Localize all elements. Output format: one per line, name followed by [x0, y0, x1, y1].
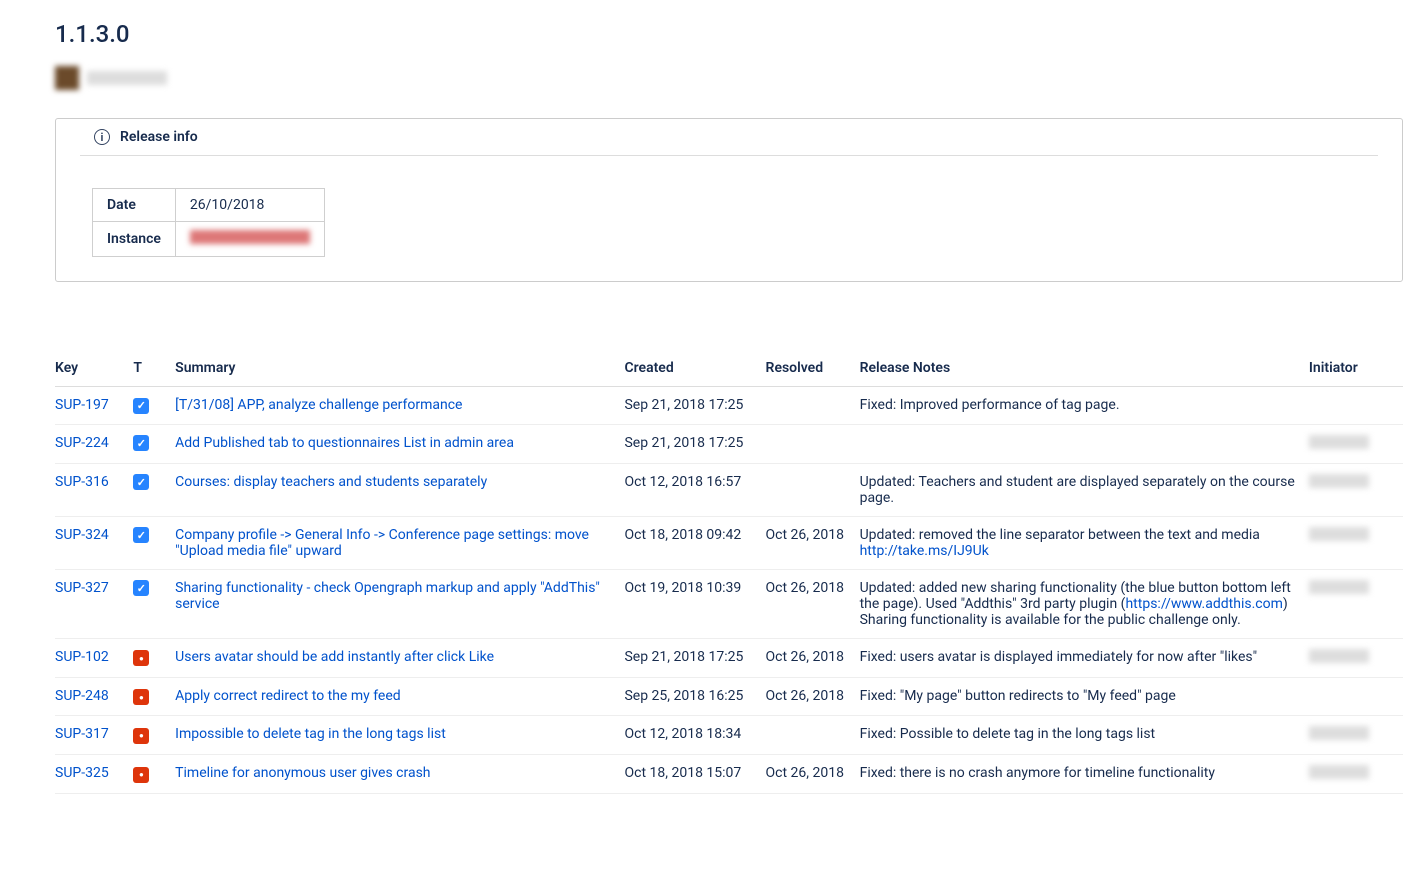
issue-summary-link[interactable]: Courses: display teachers and students s…	[175, 474, 487, 490]
info-instance-value	[175, 222, 324, 257]
author-name	[87, 71, 167, 85]
table-header-row: Key T Summary Created Resolved Release N…	[55, 352, 1403, 387]
issue-initiator	[1309, 387, 1403, 425]
issue-initiator	[1309, 569, 1403, 638]
task-icon	[133, 474, 149, 490]
table-row: SUP-316 Courses: display teachers and stu…	[55, 463, 1403, 516]
issue-summary-link[interactable]: [T/31/08] APP, analyze challenge perform…	[175, 397, 462, 413]
issue-initiator	[1309, 424, 1403, 463]
bug-icon	[133, 689, 149, 705]
issue-key-link[interactable]: SUP-248	[55, 688, 109, 704]
issue-key-link[interactable]: SUP-102	[55, 649, 109, 665]
issue-created: Sep 21, 2018 17:25	[624, 424, 765, 463]
task-icon	[133, 435, 149, 451]
table-row: SUP-325 Timeline for anonymous user gives…	[55, 755, 1403, 794]
issue-initiator	[1309, 716, 1403, 755]
page-title: 1.1.3.0	[55, 20, 1403, 48]
issue-key-link[interactable]: SUP-324	[55, 527, 109, 543]
issue-summary-link[interactable]: Apply correct redirect to the my feed	[175, 688, 401, 704]
issue-created: Oct 18, 2018 09:42	[624, 516, 765, 569]
issue-release-notes: Fixed: Possible to delete tag in the lon…	[860, 716, 1309, 755]
issue-release-notes: Updated: removed the line separator betw…	[860, 516, 1309, 569]
author-row	[55, 66, 1403, 90]
task-icon	[133, 580, 149, 596]
task-icon	[133, 527, 149, 543]
table-row: SUP-327 Sharing functionality - check Ope…	[55, 569, 1403, 638]
issue-summary-link[interactable]: Timeline for anonymous user gives crash	[175, 765, 430, 781]
issue-key-link[interactable]: SUP-327	[55, 580, 109, 596]
issue-resolved: Oct 26, 2018	[766, 516, 860, 569]
issue-initiator	[1309, 755, 1403, 794]
issue-resolved	[766, 716, 860, 755]
issue-key-link[interactable]: SUP-316	[55, 474, 109, 490]
col-resolved[interactable]: Resolved	[766, 352, 860, 387]
issue-summary-link[interactable]: Add Published tab to questionnaires List…	[175, 435, 514, 451]
issue-release-notes: Updated: added new sharing functionality…	[860, 569, 1309, 638]
issue-initiator	[1309, 638, 1403, 677]
issue-resolved: Oct 26, 2018	[766, 569, 860, 638]
col-notes[interactable]: Release Notes	[860, 352, 1309, 387]
issue-summary-link[interactable]: Sharing functionality - check Opengraph …	[175, 580, 600, 612]
info-row-date: Date 26/10/2018	[93, 189, 325, 222]
issue-release-notes: Fixed: "My page" button redirects to "My…	[860, 677, 1309, 716]
info-row-instance: Instance	[93, 222, 325, 257]
table-row: SUP-317 Impossible to delete tag in the l…	[55, 716, 1403, 755]
release-info-panel: i Release info Date 26/10/2018 Instance	[55, 118, 1403, 282]
bug-icon	[133, 650, 149, 666]
table-row: SUP-224 Add Published tab to questionnair…	[55, 424, 1403, 463]
bug-icon	[133, 728, 149, 744]
col-created[interactable]: Created	[624, 352, 765, 387]
issue-summary-link[interactable]: Users avatar should be add instantly aft…	[175, 649, 494, 665]
issue-created: Sep 21, 2018 17:25	[624, 638, 765, 677]
issue-created: Oct 12, 2018 18:34	[624, 716, 765, 755]
avatar	[55, 66, 79, 90]
info-date-value: 26/10/2018	[175, 189, 324, 222]
col-initiator[interactable]: Initiator	[1309, 352, 1403, 387]
col-key[interactable]: Key	[55, 352, 133, 387]
issue-created: Sep 21, 2018 17:25	[624, 387, 765, 425]
panel-header: i Release info	[80, 119, 1378, 156]
release-info-table: Date 26/10/2018 Instance	[92, 188, 325, 257]
table-row: SUP-102 Users avatar should be add instan…	[55, 638, 1403, 677]
issue-key-link[interactable]: SUP-317	[55, 726, 109, 742]
issue-resolved	[766, 463, 860, 516]
table-row: SUP-248 Apply correct redirect to the my …	[55, 677, 1403, 716]
info-icon: i	[94, 129, 110, 145]
info-instance-label: Instance	[93, 222, 176, 257]
panel-header-title: Release info	[120, 129, 198, 145]
issue-resolved: Oct 26, 2018	[766, 677, 860, 716]
bug-icon	[133, 767, 149, 783]
issue-created: Oct 12, 2018 16:57	[624, 463, 765, 516]
issues-table: Key T Summary Created Resolved Release N…	[55, 352, 1403, 794]
issue-created: Oct 18, 2018 15:07	[624, 755, 765, 794]
table-row: SUP-197 [T/31/08] APP, analyze challenge …	[55, 387, 1403, 425]
col-type[interactable]: T	[133, 352, 175, 387]
issue-resolved: Oct 26, 2018	[766, 638, 860, 677]
col-summary[interactable]: Summary	[175, 352, 624, 387]
issue-summary-link[interactable]: Company profile -> General Info -> Confe…	[175, 527, 589, 559]
release-notes-link[interactable]: https://www.addthis.com	[1125, 596, 1282, 612]
issue-initiator	[1309, 677, 1403, 716]
issue-created: Sep 25, 2018 16:25	[624, 677, 765, 716]
issue-release-notes: Fixed: users avatar is displayed immedia…	[860, 638, 1309, 677]
issue-release-notes: Fixed: Improved performance of tag page.	[860, 387, 1309, 425]
issue-initiator	[1309, 516, 1403, 569]
issue-initiator	[1309, 463, 1403, 516]
issue-key-link[interactable]: SUP-224	[55, 435, 109, 451]
info-date-label: Date	[93, 189, 176, 222]
issue-release-notes: Fixed: there is no crash anymore for tim…	[860, 755, 1309, 794]
issue-resolved	[766, 387, 860, 425]
issue-resolved: Oct 26, 2018	[766, 755, 860, 794]
issue-resolved	[766, 424, 860, 463]
issue-created: Oct 19, 2018 10:39	[624, 569, 765, 638]
issue-release-notes	[860, 424, 1309, 463]
issue-key-link[interactable]: SUP-325	[55, 765, 109, 781]
table-row: SUP-324 Company profile -> General Info -…	[55, 516, 1403, 569]
issue-key-link[interactable]: SUP-197	[55, 397, 109, 413]
issue-summary-link[interactable]: Impossible to delete tag in the long tag…	[175, 726, 446, 742]
task-icon	[133, 398, 149, 414]
issue-release-notes: Updated: Teachers and student are displa…	[860, 463, 1309, 516]
release-notes-link[interactable]: http://take.ms/IJ9Uk	[860, 543, 989, 559]
